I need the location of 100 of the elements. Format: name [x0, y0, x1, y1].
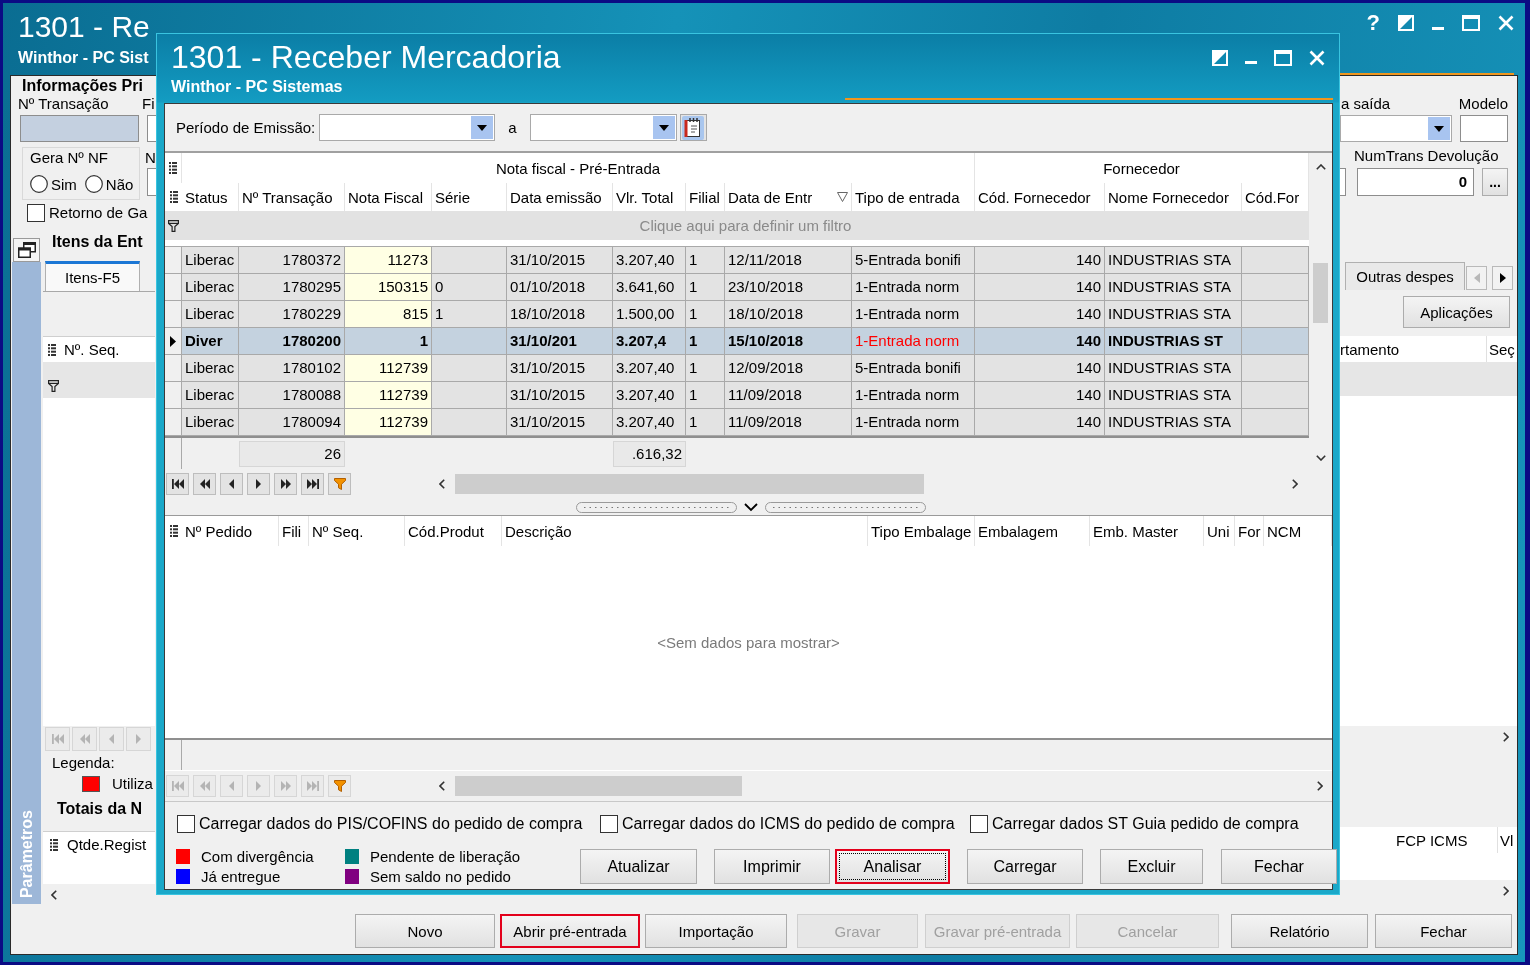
scrollbar-thumb[interactable] — [455, 474, 924, 494]
chevron-right-icon[interactable] — [1503, 732, 1509, 742]
checkbox[interactable] — [600, 814, 618, 833]
column-header[interactable]: For — [1235, 516, 1264, 546]
help-button[interactable]: ? — [1366, 11, 1380, 35]
window-subtitle: Winthor - PC Sistemas — [171, 77, 343, 97]
table-cell: 1.500,00 — [613, 301, 686, 328]
calendar-button[interactable] — [679, 114, 707, 141]
column-header[interactable]: Fili — [279, 516, 309, 546]
action-button[interactable]: Fechar — [1221, 849, 1337, 884]
text-field[interactable] — [1340, 168, 1346, 196]
chevron-right-icon[interactable] — [1317, 781, 1323, 791]
radio-label[interactable]: Sim — [51, 175, 77, 193]
tab[interactable]: Outras despes — [1345, 262, 1465, 290]
column-header[interactable]: FCP ICMS — [1340, 827, 1497, 853]
ellipsis-button[interactable]: ... — [1482, 168, 1508, 196]
action-button[interactable]: Relatório — [1231, 914, 1368, 948]
date-field[interactable] — [529, 114, 677, 141]
text-field[interactable] — [1460, 115, 1508, 142]
column-chooser-icon — [169, 525, 178, 537]
date-field[interactable] — [319, 114, 496, 141]
chevron-left-icon[interactable] — [439, 479, 445, 489]
next-page-button[interactable] — [274, 473, 297, 495]
action-button[interactable]: Imprimir — [714, 849, 830, 884]
table-cell: 1 — [345, 328, 432, 355]
table-cell: 1 — [686, 355, 725, 382]
chevron-down-icon[interactable] — [1315, 455, 1326, 461]
radio-button[interactable] — [84, 175, 103, 193]
action-button[interactable]: Carregar — [967, 849, 1083, 884]
column-header[interactable]: Embalagem — [975, 516, 1090, 546]
checkbox-label[interactable]: Carregar dados ST Guia pedido de compra — [992, 814, 1299, 833]
column-header[interactable]: NCM — [1264, 516, 1332, 546]
scrollbar-thumb[interactable] — [1313, 263, 1328, 323]
chevron-up-icon[interactable] — [1315, 164, 1326, 170]
first-record-button[interactable] — [166, 473, 189, 495]
table-cell: 31/10/201 — [507, 328, 613, 355]
column-header[interactable]: rtamento — [1340, 336, 1486, 362]
checkbox[interactable] — [27, 203, 45, 222]
chevron-right-icon[interactable] — [1503, 886, 1509, 896]
table-cell: 112739 — [345, 409, 432, 436]
field-label: Período de Emissão: — [176, 119, 316, 136]
half-filled-square-icon[interactable] — [1398, 15, 1414, 31]
column-header[interactable]: Tipo Embalage — [868, 516, 975, 546]
half-filled-square-icon[interactable] — [1212, 49, 1228, 66]
applications-button[interactable]: Aplicações — [1403, 296, 1510, 328]
column-header[interactable]: Cód.Produt — [405, 516, 502, 546]
action-button[interactable]: Importação — [645, 914, 787, 948]
column-header[interactable]: Descrição — [502, 516, 868, 546]
previous-record-button[interactable] — [220, 473, 243, 495]
table-cell: 1780229 — [239, 301, 345, 328]
scroll-right-button[interactable] — [1492, 266, 1513, 290]
next-record-button[interactable] — [247, 473, 270, 495]
table-cell: 1-Entrada norm — [852, 274, 975, 301]
dropdown-button[interactable] — [471, 116, 494, 139]
filter-button[interactable] — [328, 473, 351, 495]
radio-button[interactable] — [30, 175, 48, 193]
checkbox[interactable] — [177, 814, 195, 833]
checkbox-label[interactable]: Retorno de Ga — [49, 204, 148, 221]
table-cell: 3.207,40 — [613, 409, 686, 436]
column-header[interactable]: Nº Pedido — [182, 516, 279, 546]
tab[interactable]: Itens-F5 — [45, 261, 140, 291]
vertical-scrollbar[interactable] — [1309, 153, 1332, 469]
table-cell: Liberac — [182, 274, 239, 301]
action-button[interactable]: Excluir — [1100, 849, 1203, 884]
column-header[interactable]: Uni — [1204, 516, 1235, 546]
restore-button[interactable] — [13, 238, 40, 262]
dropdown-field[interactable] — [1340, 115, 1452, 142]
close-icon[interactable] — [1498, 15, 1514, 31]
action-button[interactable]: Atualizar — [580, 849, 697, 884]
action-button[interactable]: Abrir pré-entrada — [500, 914, 640, 948]
action-button[interactable]: Novo — [355, 914, 495, 948]
text-field[interactable] — [147, 115, 156, 142]
text-field[interactable]: 0 — [1357, 168, 1474, 196]
dropdown-button[interactable] — [652, 116, 675, 139]
maximize-icon[interactable] — [1274, 49, 1292, 66]
dropdown-button[interactable] — [1428, 117, 1450, 140]
column-header[interactable]: Nº Seq. — [309, 516, 405, 546]
text-field[interactable] — [147, 168, 156, 196]
action-button[interactable]: Analisar — [835, 849, 950, 884]
chevron-right-icon[interactable] — [1292, 479, 1298, 489]
checkbox[interactable] — [970, 814, 988, 833]
maximize-icon[interactable] — [1462, 15, 1480, 31]
column-chooser-icon — [169, 162, 177, 174]
splitter-grip-icon[interactable] — [576, 501, 926, 513]
column-header[interactable]: Emb. Master — [1090, 516, 1204, 546]
column-chooser-icon — [48, 343, 56, 356]
action-button[interactable]: Fechar — [1375, 914, 1512, 948]
scrollbar-thumb[interactable] — [455, 776, 742, 796]
last-record-button[interactable] — [301, 473, 324, 495]
close-icon[interactable] — [1309, 49, 1325, 66]
field-label: Nº Transação — [18, 95, 109, 112]
minimize-icon[interactable] — [1432, 26, 1444, 30]
chevron-left-icon[interactable] — [439, 781, 445, 791]
table-cell: 0 — [432, 274, 507, 301]
checkbox-label[interactable]: Carregar dados do ICMS do pedido de compra — [622, 814, 955, 833]
chevron-left-icon[interactable] — [51, 890, 57, 900]
radio-label[interactable]: Não — [105, 175, 134, 193]
previous-page-button[interactable] — [193, 473, 216, 495]
checkbox-label[interactable]: Carregar dados do PIS/COFINS do pedido de compra — [199, 814, 583, 833]
filter-dropdown-icon[interactable] — [837, 192, 848, 202]
